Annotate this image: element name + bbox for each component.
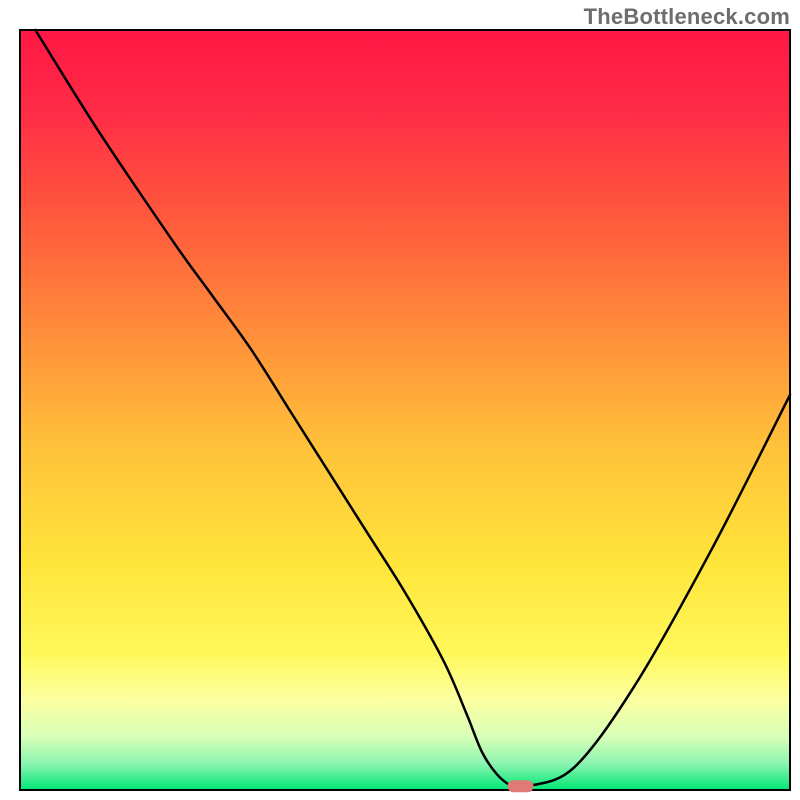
plot-background xyxy=(20,30,790,790)
bottleneck-chart xyxy=(0,0,800,800)
optimum-marker xyxy=(508,780,534,792)
watermark-text: TheBottleneck.com xyxy=(584,4,790,30)
chart-container: TheBottleneck.com xyxy=(0,0,800,800)
